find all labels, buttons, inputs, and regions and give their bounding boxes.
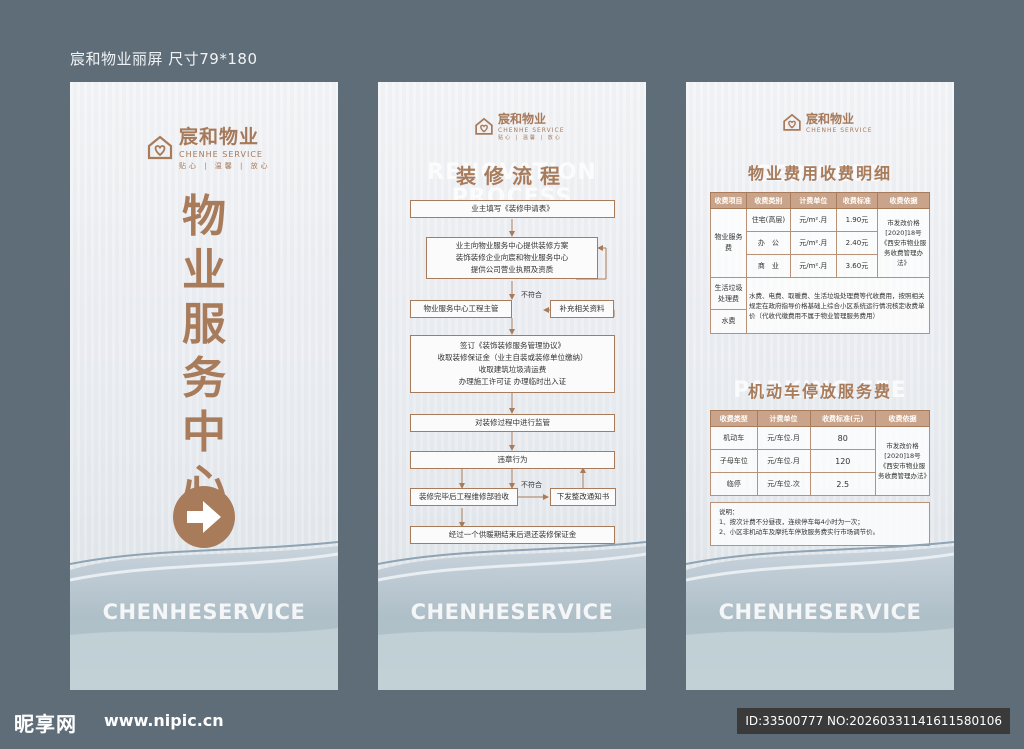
flow-step-2: 业主向物业服务中心提供装修方案 装饰装修企业向宸和物业服务中心 提供公司营业执照… xyxy=(426,237,598,279)
watermark-text: CHENHESERVICE xyxy=(410,600,614,624)
flow-step-5: 对装修过程中进行监管 xyxy=(410,414,615,432)
vertical-title: 物 业 服 务 中 心 xyxy=(174,190,234,514)
title-char: 物 xyxy=(182,191,226,242)
table-header: 收费项目 xyxy=(710,192,747,209)
table-row: 物业服务费 住宅(高层) 元/m².月 1.90元 市发改价格[2020]18号… xyxy=(710,208,930,278)
garbage-fee-label: 生活垃圾处理费 xyxy=(710,277,747,310)
flow-label-reject: 不符合 xyxy=(521,291,542,299)
brand-en: CHENHE SERVICE xyxy=(179,150,263,159)
brand-logo: 宸和物业 CHENHE SERVICE 贴心 | 温馨 | 放心 xyxy=(146,122,271,171)
arrow-right-icon xyxy=(173,486,235,548)
parking-basis: 市发改价格[2020]18号《西安市物业服务收费管理办法》 xyxy=(875,426,930,496)
table-row: 生活垃圾处理费 水费、电费、取暖费、生活垃圾处理费等代收费用，按照相关规定在政府… xyxy=(710,277,930,334)
water-fee-label: 水费 xyxy=(710,309,747,334)
table-header: 收费标准(元) xyxy=(809,410,877,427)
fee-note: 水费、电费、取暖费、生活垃圾处理费等代收费用，按照相关规定在政府指导价格基础上综… xyxy=(746,277,930,334)
flow-step-4: 签订《装饰装修服务管理协议》 收取装修保证金（业主自装或装修单位缴纳） 收取建筑… xyxy=(410,335,615,393)
banner-service-center: 宸和物业 CHENHE SERVICE 贴心 | 温馨 | 放心 物 业 服 务… xyxy=(70,82,338,690)
fee-group-label: 物业服务费 xyxy=(710,208,747,278)
title-char: 服 xyxy=(182,299,226,350)
table-header: 计费单位 xyxy=(789,192,837,209)
brand-tagline: 贴心 | 温馨 | 放心 xyxy=(179,162,271,170)
flow-label-reject: 不符合 xyxy=(521,481,542,489)
table-header: 收费类别 xyxy=(746,192,791,209)
table-header: 收费标准 xyxy=(835,192,879,209)
fee-table: 收费项目 收费类别 计费单位 收费标准 收费依据 物业服务费 住宅(高层) 元/… xyxy=(710,192,930,334)
title-char: 业 xyxy=(182,245,226,296)
parking-table: 收费类型 计费单位 收费标准(元) 收费依据 机动车 元/车位.月 80 市发改… xyxy=(710,410,930,496)
brand-en: CHENHE SERVICE xyxy=(806,127,873,134)
flow-step-1: 业主填写《装修申请表》 xyxy=(410,200,615,218)
table-header: 收费类型 xyxy=(710,410,758,427)
note-line: 1、按次计费不分昼夜，连续停车每4小时为一次； xyxy=(719,518,864,526)
image-id-strip: ID:33500777 NO:20260331141611580106 xyxy=(737,708,1010,734)
brand-name: 宸和物业 xyxy=(806,112,855,126)
watermark-text: CHENHESERVICE xyxy=(102,600,306,624)
fee-basis: 市发改价格[2020]18号《西安市物业服务收费管理办法》 xyxy=(877,208,930,278)
site-logo: 昵享网 xyxy=(14,712,77,736)
section-title-fees: 物业费用收费明细 xyxy=(747,164,892,183)
house-heart-icon xyxy=(147,135,173,159)
table-header: 计费单位 xyxy=(756,410,811,427)
banner-renovation-process: 宸和物业 CHENHE SERVICE 贴心 | 温馨 | 放心 RENOVAT… xyxy=(378,82,646,690)
notes-title: 说明： xyxy=(719,508,739,516)
watermark-text: CHENHESERVICE xyxy=(718,600,922,624)
section-title-parking: 机动车停放服务费 xyxy=(747,382,892,401)
title-char: 中 xyxy=(182,407,226,458)
page-caption: 宸和物业丽屏 尺寸79*180 xyxy=(70,50,258,68)
flow-step-3-right: 补充相关资料 xyxy=(550,300,614,318)
site-url[interactable]: www.nipic.cn xyxy=(104,711,224,730)
table-header: 收费依据 xyxy=(875,410,930,427)
flow-step-6: 违章行为 xyxy=(410,451,615,469)
table-header: 收费依据 xyxy=(877,192,930,209)
flow-step-7-right: 下发整改通知书 xyxy=(550,488,616,506)
flow-step-3: 物业服务中心工程主管 xyxy=(410,300,512,318)
brand-name: 宸和物业 xyxy=(179,126,260,148)
title-char: 务 xyxy=(182,353,226,404)
banner-fee-details: 宸和物业 CHENHE SERVICE SERVICES 物业费用收费明细 收费… xyxy=(686,82,954,690)
flow-step-7: 装修完毕后工程维修部验收 xyxy=(410,488,518,506)
table-row: 机动车 元/车位.月 80 市发改价格[2020]18号《西安市物业服务收费管理… xyxy=(710,426,930,496)
note-line: 2、小区非机动车及摩托车停放服务费实行市场调节价。 xyxy=(719,528,880,536)
house-heart-icon xyxy=(783,113,801,131)
brand-logo: 宸和物业 CHENHE SERVICE xyxy=(782,110,873,134)
